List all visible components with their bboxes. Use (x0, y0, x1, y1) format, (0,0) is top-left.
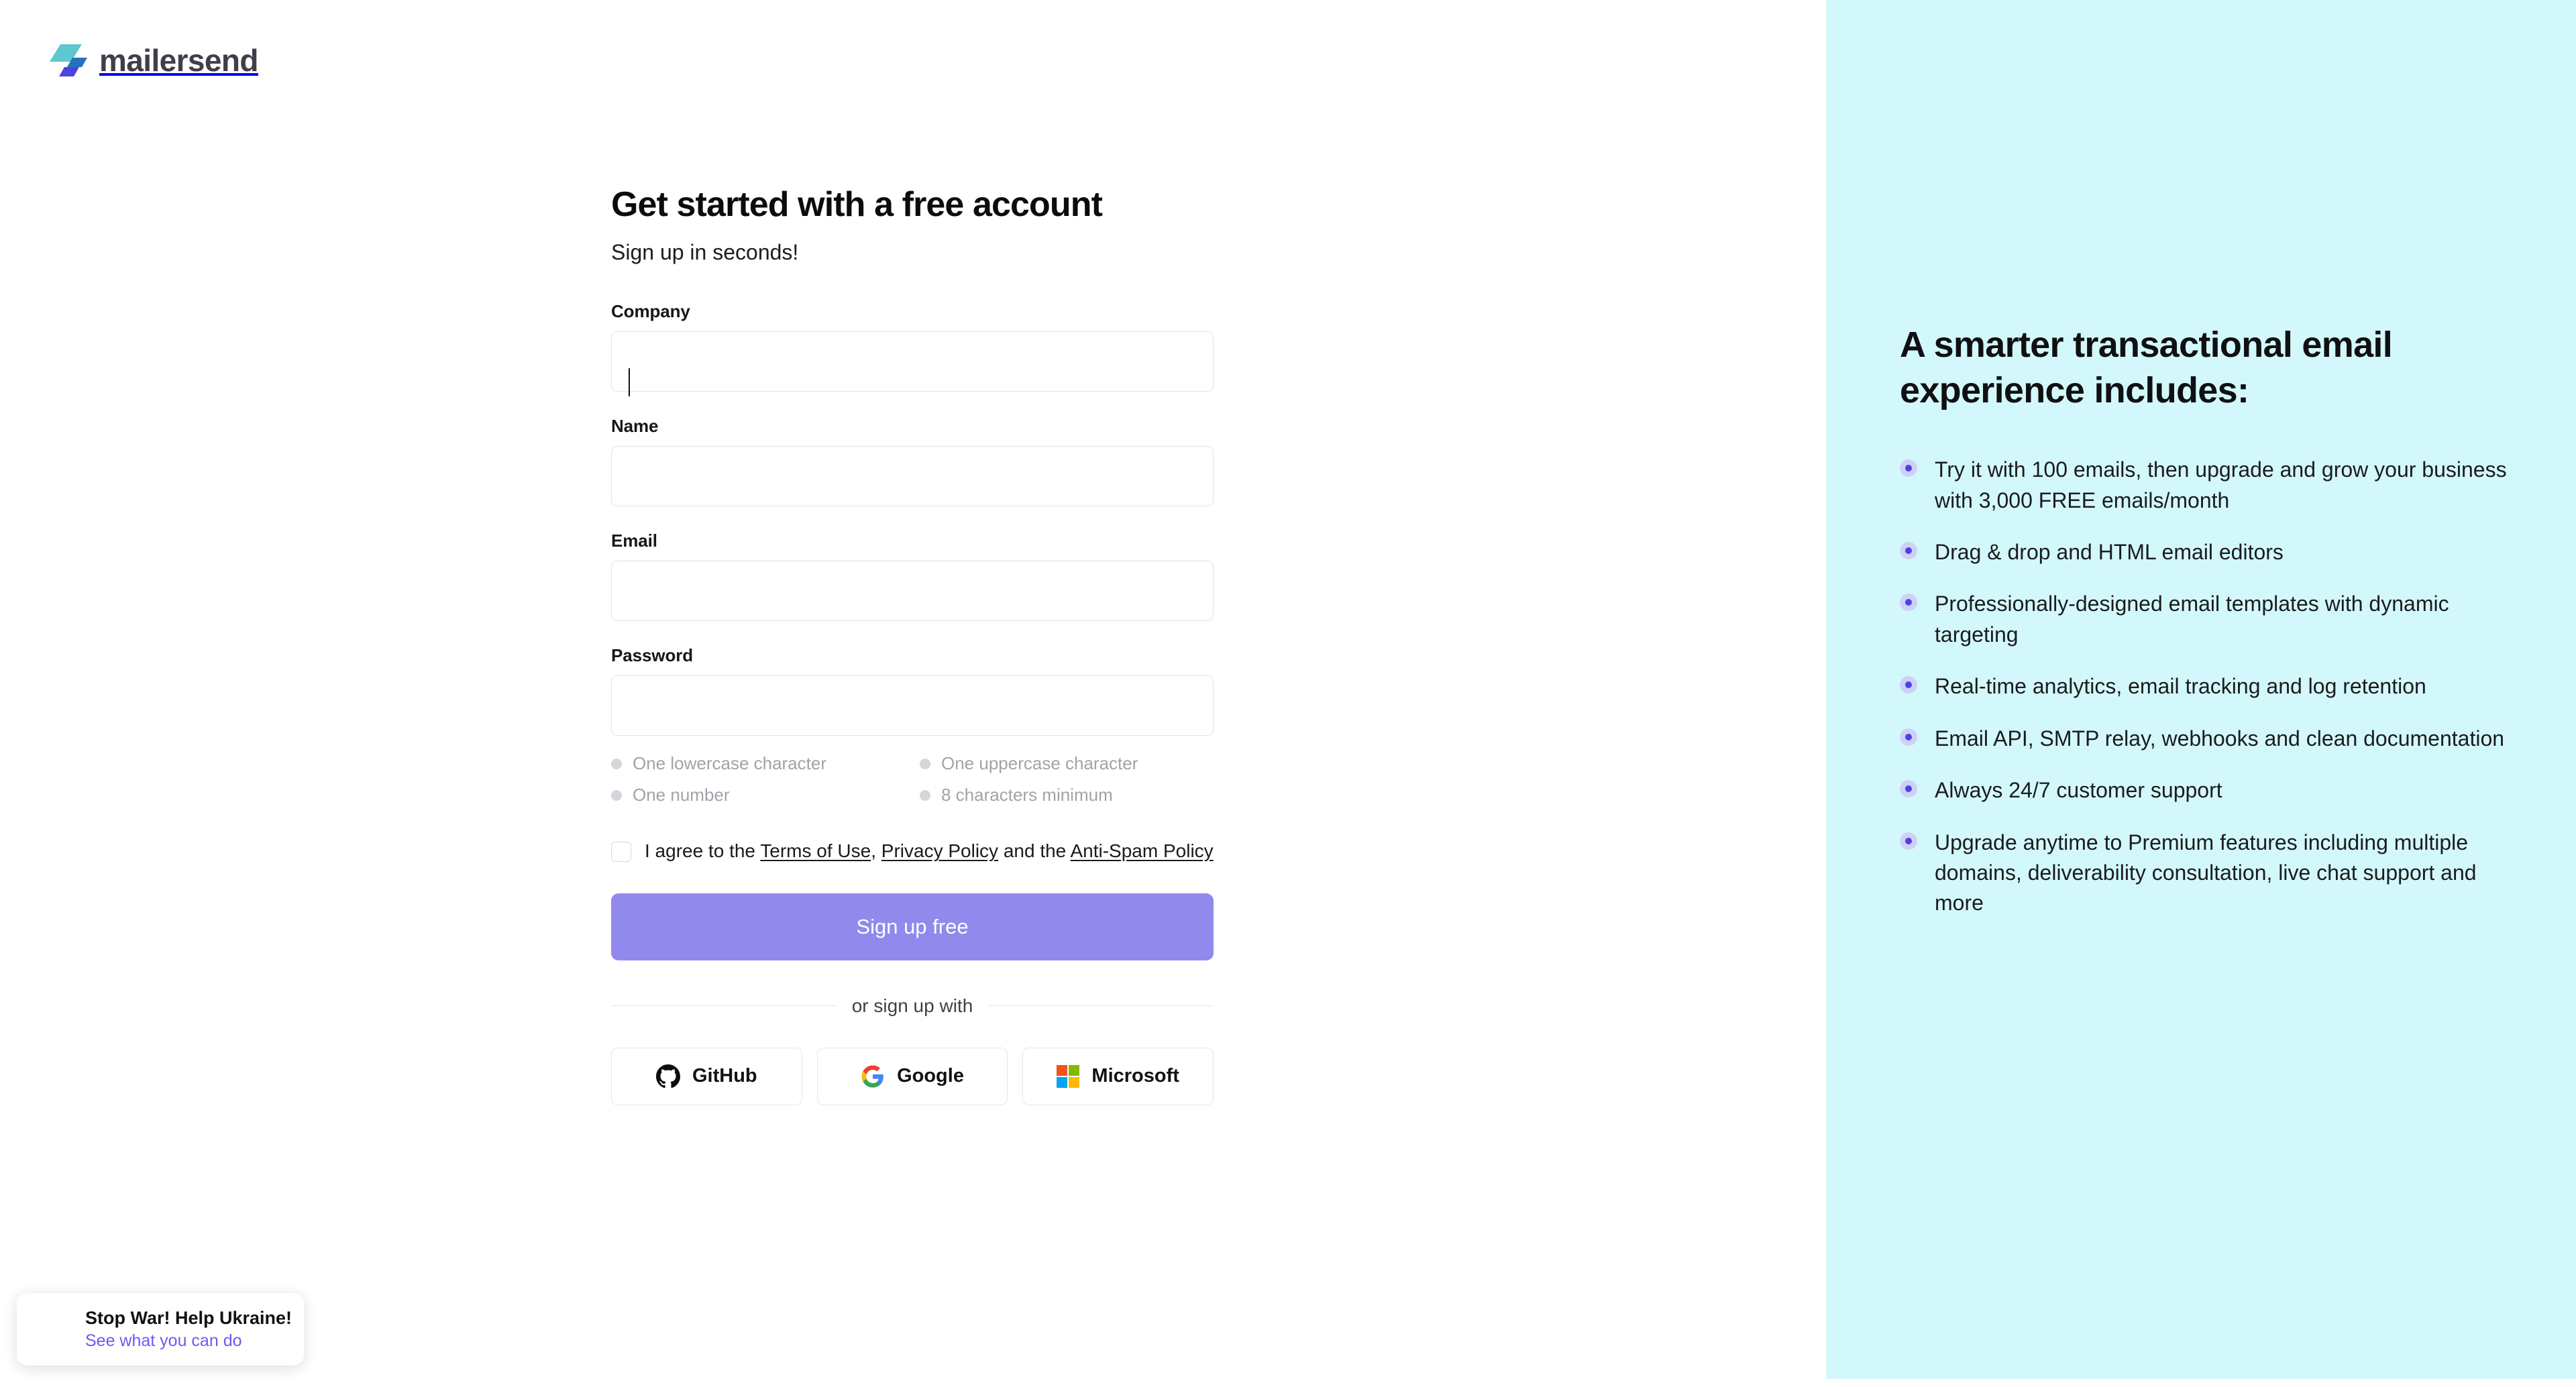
signup-page: A smarter transactional email experience… (0, 0, 2576, 1387)
microsoft-square-blue (1057, 1076, 1068, 1088)
name-label: Name (611, 416, 659, 437)
password-label: Password (611, 645, 694, 666)
password-requirements: One lowercase character One uppercase ch… (611, 753, 1214, 806)
social-signup-buttons: GitHub Google Microsoft (611, 1047, 1214, 1105)
field-company: Company (611, 301, 1214, 392)
anti-spam-policy-link[interactable]: Anti-Spam Policy (1070, 840, 1213, 861)
google-button-label: Google (897, 1065, 964, 1087)
password-rule: One number (611, 785, 920, 806)
promo-feature-item: Professionally-designed email templates … (1900, 589, 2517, 650)
email-label: Email (611, 531, 657, 551)
terms-separator: and the (998, 840, 1071, 862)
divider-line-left (611, 1005, 836, 1007)
ukraine-banner-text: Stop War! Help Ukraine! See what you can… (85, 1307, 292, 1351)
promo-feature-text: Real-time analytics, email tracking and … (1935, 674, 2426, 699)
password-rule-label: 8 characters minimum (941, 785, 1113, 806)
promo-feature-text: Professionally-designed email templates … (1935, 592, 2449, 647)
microsoft-square-yellow (1069, 1076, 1080, 1088)
promo-feature-item: Always 24/7 customer support (1900, 775, 2517, 806)
promo-feature-text: Always 24/7 customer support (1935, 778, 2222, 803)
terms-of-use-link[interactable]: Terms of Use (760, 840, 871, 861)
bullet-dot-icon (1900, 594, 1917, 612)
github-button-label: GitHub (692, 1065, 757, 1087)
page-subtitle: Sign up in seconds! (611, 239, 799, 264)
password-input[interactable] (611, 675, 1214, 736)
promo-feature-item: Try it with 100 emails, then upgrade and… (1900, 455, 2517, 516)
field-name: Name (611, 416, 1214, 507)
bullet-dot-icon (1900, 541, 1917, 559)
password-rule-label: One lowercase character (633, 753, 827, 774)
ukraine-banner-title: Stop War! Help Ukraine! (85, 1307, 292, 1328)
promo-feature-list: Try it with 100 emails, then upgrade and… (1900, 455, 2517, 919)
ukraine-support-banner[interactable]: Stop War! Help Ukraine! See what you can… (17, 1293, 304, 1366)
password-rule: 8 characters minimum (920, 785, 1228, 806)
name-input[interactable] (611, 446, 1214, 507)
password-rule-label: One number (633, 785, 730, 806)
microsoft-icon (1057, 1064, 1080, 1088)
rule-status-dot-icon (920, 758, 930, 769)
promo-panel: A smarter transactional email experience… (1826, 0, 2576, 1379)
signup-form: Company Name Email Password One lowercas… (611, 301, 1214, 1105)
password-rule-label: One uppercase character (941, 753, 1138, 774)
divider-label: or sign up with (851, 995, 973, 1016)
terms-prefix: I agree to the (645, 840, 761, 862)
microsoft-signup-button[interactable]: Microsoft (1022, 1047, 1214, 1105)
bullet-dot-icon (1900, 780, 1917, 798)
field-email: Email (611, 531, 1214, 622)
github-signup-button[interactable]: GitHub (611, 1047, 802, 1105)
text-cursor (629, 368, 630, 396)
terms-text: I agree to the Terms of Use, Privacy Pol… (645, 839, 1214, 863)
promo-feature-item: Drag & drop and HTML email editors (1900, 537, 2517, 567)
company-input[interactable] (611, 331, 1214, 392)
ukraine-flag-icon (34, 1311, 70, 1347)
rule-status-dot-icon (611, 789, 622, 801)
bullet-dot-icon (1900, 676, 1917, 694)
company-label: Company (611, 301, 690, 322)
sign-up-free-button[interactable]: Sign up free (611, 893, 1214, 960)
signup-form-column: Get started with a free account Sign up … (611, 185, 1214, 1105)
mailersend-logo[interactable]: mailersend (47, 39, 259, 82)
bullet-dot-icon (1900, 459, 1917, 478)
promo-feature-text: Email API, SMTP relay, webhooks and clea… (1935, 726, 2505, 751)
password-rule: One lowercase character (611, 753, 920, 774)
page-title: Get started with a free account (611, 185, 1103, 224)
google-signup-button[interactable]: Google (816, 1047, 1008, 1105)
social-divider: or sign up with (611, 995, 1214, 1017)
rule-status-dot-icon (920, 789, 930, 801)
promo-heading: A smarter transactional email experience… (1900, 325, 2393, 411)
divider-line-right (989, 1005, 1214, 1007)
field-password: Password (611, 645, 1214, 736)
email-input[interactable] (611, 561, 1214, 622)
terms-agreement-row: I agree to the Terms of Use, Privacy Pol… (611, 839, 1214, 863)
promo-feature-item: Email API, SMTP relay, webhooks and clea… (1900, 724, 2517, 754)
terms-separator: , (871, 840, 881, 862)
promo-feature-item: Upgrade anytime to Premium features incl… (1900, 828, 2517, 919)
privacy-policy-link[interactable]: Privacy Policy (881, 840, 998, 861)
password-rule: One uppercase character (920, 753, 1228, 774)
google-icon (861, 1065, 883, 1088)
promo-feature-text: Drag & drop and HTML email editors (1935, 539, 2284, 564)
mailersend-wordmark: mailersend (99, 43, 259, 78)
mailersend-bolt-icon (50, 44, 87, 76)
microsoft-square-green (1069, 1064, 1080, 1076)
microsoft-square-red (1057, 1064, 1068, 1076)
promo-feature-item: Real-time analytics, email tracking and … (1900, 671, 2517, 702)
terms-checkbox[interactable] (611, 841, 631, 862)
github-icon (656, 1064, 680, 1088)
bullet-dot-icon (1900, 832, 1917, 850)
promo-content: A smarter transactional email experience… (1900, 322, 2517, 940)
promo-feature-text: Upgrade anytime to Premium features incl… (1935, 830, 2477, 916)
ukraine-banner-link[interactable]: See what you can do (85, 1330, 292, 1352)
bullet-dot-icon (1900, 728, 1917, 746)
rule-status-dot-icon (611, 758, 622, 769)
microsoft-button-label: Microsoft (1091, 1065, 1179, 1087)
promo-feature-text: Try it with 100 emails, then upgrade and… (1935, 457, 2507, 512)
